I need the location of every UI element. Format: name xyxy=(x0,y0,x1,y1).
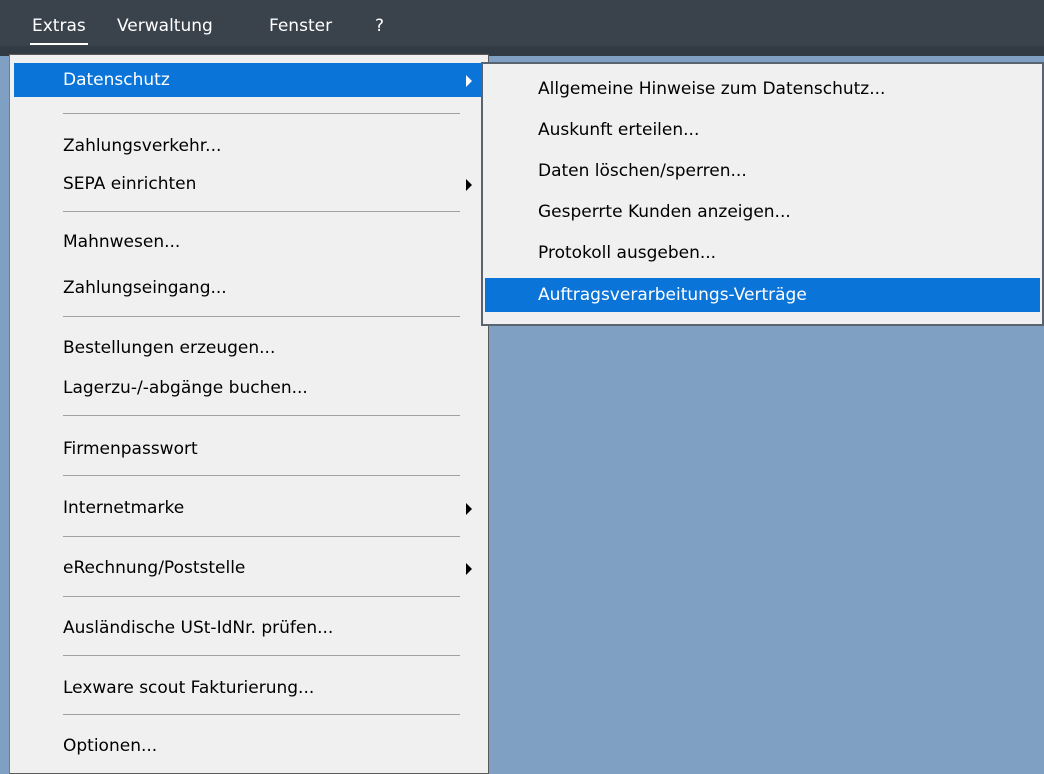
menu-separator xyxy=(63,655,460,656)
menu-separator xyxy=(63,316,460,317)
menu-item-lexware-scout[interactable]: Lexware scout Fakturierung... xyxy=(14,671,484,705)
submenu-item-allgemeine-hinweise[interactable]: Allgemeine Hinweise zum Datenschutz... xyxy=(485,72,1040,106)
menu-item-label: Bestellungen erzeugen... xyxy=(63,338,276,358)
menu-item-label: Ausländische USt-IdNr. prüfen... xyxy=(63,618,334,638)
menu-help[interactable]: ? xyxy=(373,15,386,43)
menu-separator xyxy=(63,714,460,715)
menu-item-label: Daten löschen/sperren... xyxy=(538,161,747,181)
submenu-item-gesperrte-kunden[interactable]: Gesperrte Kunden anzeigen... xyxy=(485,195,1040,229)
menu-separator xyxy=(63,211,460,212)
menu-item-label: Mahnwesen... xyxy=(63,232,181,252)
menu-item-sepa[interactable]: SEPA einrichten xyxy=(14,167,484,201)
menu-item-label: Allgemeine Hinweise zum Datenschutz... xyxy=(538,79,886,99)
menu-item-label: Zahlungsverkehr... xyxy=(63,136,222,156)
menu-separator xyxy=(63,113,460,114)
menu-item-label: Firmenpasswort xyxy=(63,439,198,459)
menu-item-zahlungseingang[interactable]: Zahlungseingang... xyxy=(14,271,484,305)
menu-item-mahnwesen[interactable]: Mahnwesen... xyxy=(14,225,484,259)
menu-item-label: Lexware scout Fakturierung... xyxy=(63,678,315,698)
datenschutz-submenu: Allgemeine Hinweise zum Datenschutz... A… xyxy=(481,62,1044,326)
submenu-arrow-icon xyxy=(466,563,472,575)
menu-item-label: Auskunft erteilen... xyxy=(538,120,700,140)
menu-item-erechnung[interactable]: eRechnung/Poststelle xyxy=(14,551,484,585)
menu-item-zahlungsverkehr[interactable]: Zahlungsverkehr... xyxy=(14,129,484,163)
menu-separator xyxy=(63,475,460,476)
menu-item-label: Lagerzu-/-abgänge buchen... xyxy=(63,378,308,398)
menu-item-firmenpasswort[interactable]: Firmenpasswort xyxy=(14,432,484,466)
menu-item-label: Zahlungseingang... xyxy=(63,278,227,298)
menu-fenster[interactable]: Fenster xyxy=(267,15,334,43)
menu-item-ust-pruefen[interactable]: Ausländische USt-IdNr. prüfen... xyxy=(14,611,484,645)
menu-bar: Extras Verwaltung Fenster ? xyxy=(0,0,1044,47)
menu-item-internetmarke[interactable]: Internetmarke xyxy=(14,491,484,525)
submenu-item-auftragsverarbeitung[interactable]: Auftragsverarbeitungs-Verträge xyxy=(485,278,1040,312)
menu-item-label: Gesperrte Kunden anzeigen... xyxy=(538,202,791,222)
menu-item-label: Auftragsverarbeitungs-Verträge xyxy=(538,285,807,305)
menu-separator xyxy=(63,596,460,597)
menu-verwaltung[interactable]: Verwaltung xyxy=(115,15,215,43)
submenu-arrow-icon xyxy=(466,503,472,515)
menu-item-label: SEPA einrichten xyxy=(63,174,197,194)
menu-item-label: Internetmarke xyxy=(63,498,185,518)
submenu-arrow-icon xyxy=(466,75,472,87)
menu-item-bestellungen[interactable]: Bestellungen erzeugen... xyxy=(14,331,484,365)
submenu-item-auskunft[interactable]: Auskunft erteilen... xyxy=(485,113,1040,147)
menu-item-optionen[interactable]: Optionen... xyxy=(14,729,484,763)
menu-item-label: eRechnung/Poststelle xyxy=(63,558,246,578)
submenu-item-daten-loeschen[interactable]: Daten löschen/sperren... xyxy=(485,154,1040,188)
menu-item-lagerbuchungen[interactable]: Lagerzu-/-abgänge buchen... xyxy=(14,371,484,405)
menu-separator xyxy=(63,536,460,537)
submenu-item-protokoll[interactable]: Protokoll ausgeben... xyxy=(485,236,1040,270)
menu-item-label: Optionen... xyxy=(63,736,158,756)
menu-item-datenschutz[interactable]: Datenschutz xyxy=(14,63,484,97)
menu-item-label: Protokoll ausgeben... xyxy=(538,243,717,263)
submenu-arrow-icon xyxy=(466,179,472,191)
menu-separator xyxy=(63,415,460,416)
menu-extras[interactable]: Extras xyxy=(30,15,88,45)
extras-dropdown-menu: Datenschutz Zahlungsverkehr... SEPA einr… xyxy=(9,54,489,774)
menu-item-label: Datenschutz xyxy=(63,70,170,90)
